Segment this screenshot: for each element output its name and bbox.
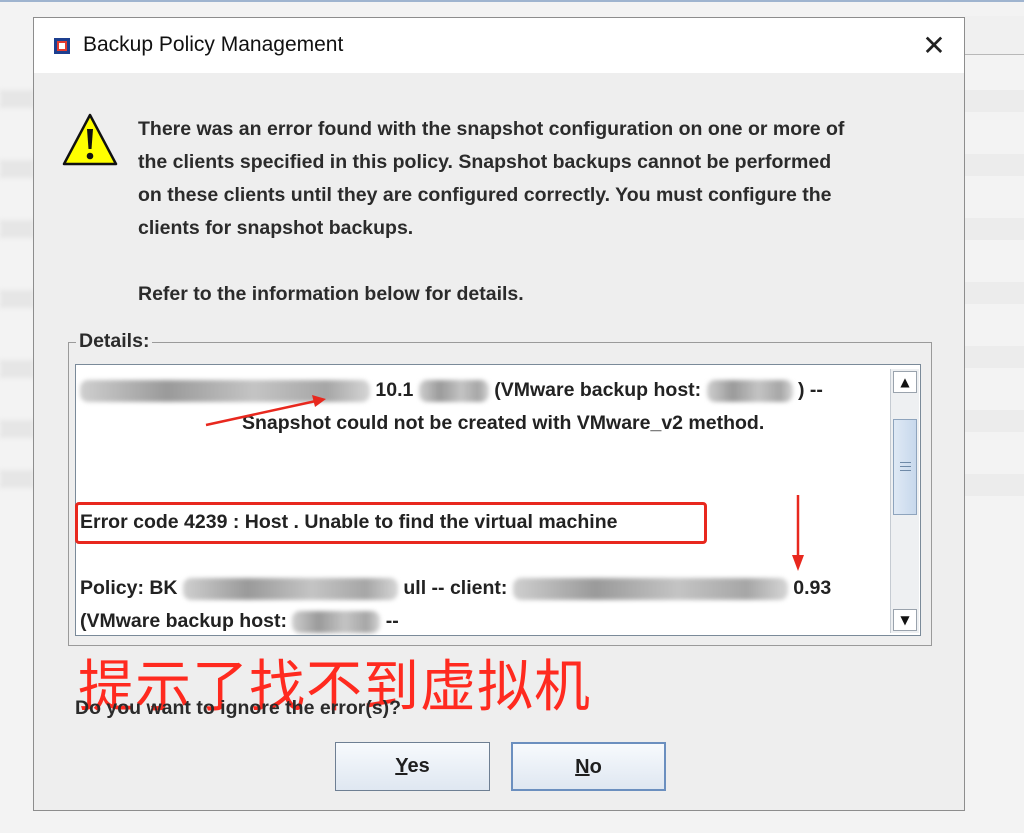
- background-top-border: [0, 0, 1024, 2]
- no-button[interactable]: No: [511, 742, 666, 791]
- message-line: clients for snapshot backups.: [138, 217, 414, 239]
- background-blurred-list: [0, 60, 34, 540]
- redacted-text: [80, 379, 370, 402]
- background-table-header: [965, 16, 1024, 55]
- redacted-text: [706, 379, 793, 402]
- details-scrollbar[interactable]: ▲ ▼: [890, 369, 919, 633]
- redacted-text: [292, 610, 381, 633]
- app-icon: [54, 38, 70, 54]
- details-line-2: Snapshot could not be created with VMwar…: [242, 412, 765, 434]
- backup-host-line: (VMware backup host: --: [80, 610, 399, 633]
- redacted-text: [512, 577, 788, 600]
- refer-text: Refer to the information below for detai…: [138, 283, 524, 305]
- scroll-up-button[interactable]: ▲: [893, 371, 917, 393]
- title-bar[interactable]: Backup Policy Management ✕: [34, 18, 964, 73]
- details-line-1: 10.1 (VMware backup host: ) --: [80, 379, 823, 402]
- scroll-thumb[interactable]: [893, 419, 917, 515]
- redacted-text: [418, 379, 489, 402]
- ignore-question: Do you want to ignore the error(s)?: [75, 697, 402, 719]
- warning-triangle-icon: [61, 111, 119, 169]
- policy-line: Policy: BK ull -- client: 0.93: [80, 577, 832, 600]
- error-highlight-box: [75, 502, 707, 544]
- window-title: Backup Policy Management: [83, 33, 344, 56]
- close-button[interactable]: ✕: [914, 26, 954, 66]
- details-label: Details:: [76, 330, 153, 353]
- redacted-text: [182, 577, 398, 600]
- details-text-area[interactable]: 10.1 (VMware backup host: ) -- Snapshot …: [75, 364, 921, 636]
- message-line: the clients specified in this policy. Sn…: [138, 151, 832, 173]
- error-message: There was an error found with the snapsh…: [138, 113, 938, 311]
- backup-policy-dialog: Backup Policy Management ✕ There was an …: [33, 17, 965, 811]
- message-line: There was an error found with the snapsh…: [138, 118, 845, 140]
- message-line: on these clients until they are configur…: [138, 184, 832, 206]
- scroll-down-button[interactable]: ▼: [893, 609, 917, 631]
- yes-button[interactable]: Yes: [335, 742, 490, 791]
